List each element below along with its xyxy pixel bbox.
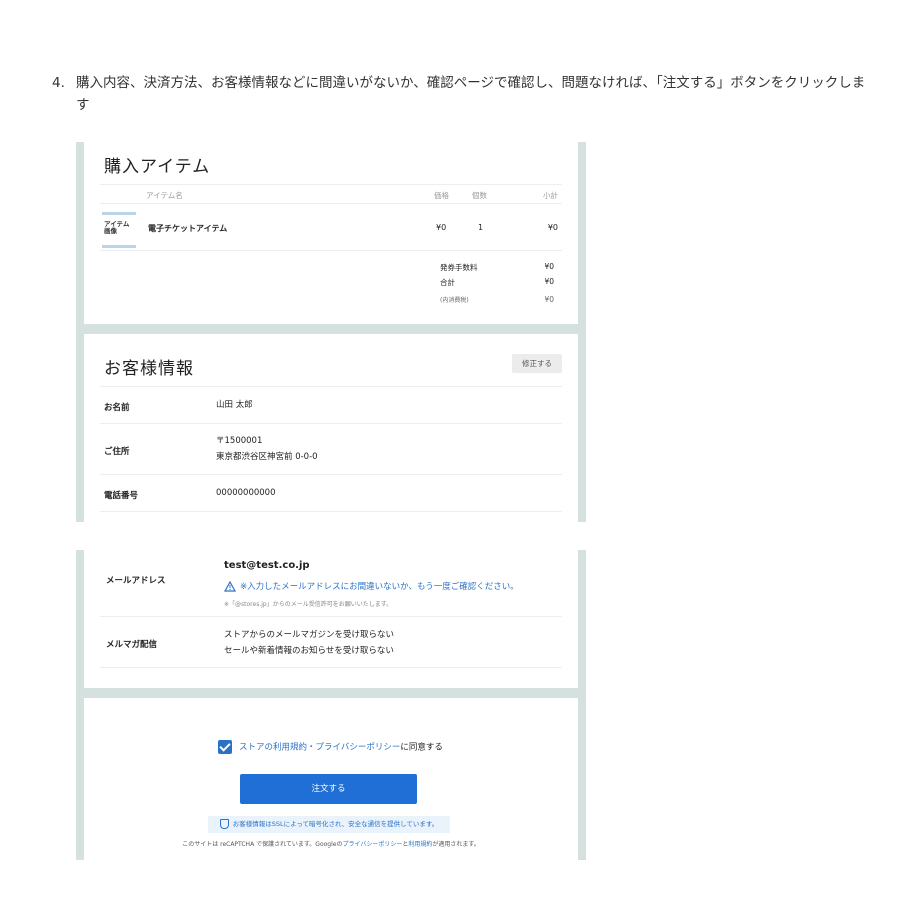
phone-value: 00000000000 xyxy=(216,488,276,498)
fee-label: 発券手数料 xyxy=(440,263,478,272)
name-row: お名前 山田 太郎 xyxy=(100,386,562,423)
item-price: ¥0 xyxy=(436,223,447,232)
header-qty: 個数 xyxy=(472,191,487,200)
postal-code: 〒1500001 xyxy=(216,436,263,446)
magazine-line2: セールや新着情報のお知らせを受け取らない xyxy=(224,646,394,656)
phone-row: 電話番号 00000000000 xyxy=(100,474,562,512)
mail-card: メールアドレス test@test.co.jp ※入力したメールアドレスにお間違… xyxy=(84,550,578,688)
email-value: test@test.co.jp xyxy=(224,560,310,571)
step-text: 購入内容、決済方法、お客様情報などに間違いがないか、確認ページで確認し、問題なけ… xyxy=(76,75,866,113)
warning-icon xyxy=(223,580,237,592)
tax-value: ¥0 xyxy=(544,295,554,304)
fee-value: ¥0 xyxy=(544,262,554,271)
warning-text: ※入力したメールアドレスにお間違いないか、もう一度ご確認ください。 xyxy=(240,582,519,592)
header-price: 価格 xyxy=(434,191,449,200)
agree-suffix: に同意する xyxy=(400,742,443,753)
fee-line: 発券手数料 ¥0 xyxy=(440,262,554,273)
purchase-items-card: 購入アイテム アイテム名 価格 個数 小計 アイテム 画像 電子チケットアイテム… xyxy=(84,142,578,324)
terms-link[interactable]: 利用規約 xyxy=(408,841,432,848)
items-table-header: アイテム名 価格 個数 小計 xyxy=(100,184,562,204)
item-image-label: アイテム 画像 xyxy=(104,220,130,235)
purchase-title: 購入アイテム xyxy=(104,157,211,177)
recaptcha-notice: このサイトは reCAPTCHA で保護されています。Googleのプライバシー… xyxy=(84,839,578,848)
order-button[interactable]: 注文する xyxy=(240,774,417,804)
header-item: アイテム名 xyxy=(146,191,183,200)
privacy-policy-link[interactable]: プライバシーポリシー xyxy=(342,841,402,848)
customer-title: お客様情報 xyxy=(104,359,194,379)
checkbox-checked-icon[interactable] xyxy=(218,740,232,754)
address-label: ご住所 xyxy=(104,447,130,457)
magazine-label: メルマガ配信 xyxy=(106,640,158,650)
instruction-step: 4. 購入内容、決済方法、お客様情報などに間違いがないか、確認ページで確認し、問… xyxy=(52,72,872,116)
edit-button[interactable]: 修正する xyxy=(512,354,562,373)
total-label: 合計 xyxy=(440,278,455,287)
tax-label: (内消費税) xyxy=(440,297,469,304)
name-label: お名前 xyxy=(104,403,130,413)
agree-row[interactable]: ストアの利用規約・プライバシーポリシーに同意する xyxy=(218,740,443,754)
terms-privacy-link[interactable]: ストアの利用規約・プライバシーポリシー xyxy=(239,743,400,753)
item-qty: 1 xyxy=(478,223,484,232)
item-subtotal: ¥0 xyxy=(547,223,558,232)
recaptcha-prefix: このサイトは reCAPTCHA で保護されています。Googleの xyxy=(182,841,343,848)
ssl-text: お客様情報はSSLによって暗号化され、安全な通信を提供しています。 xyxy=(232,820,439,828)
mail-label: メールアドレス xyxy=(106,576,166,586)
phone-label: 電話番号 xyxy=(104,491,139,501)
header-subtotal: 小計 xyxy=(543,191,558,200)
step-number: 4. xyxy=(52,75,65,91)
mail-note: ※「@stores.jp」からのメール受信許可をお願いいたします。 xyxy=(224,601,393,608)
address-value: 東京都渋谷区神宮前 0-0-0 xyxy=(216,452,318,462)
table-row: アイテム 画像 電子チケットアイテム ¥0 1 ¥0 xyxy=(100,204,562,251)
name-value: 山田 太郎 xyxy=(216,400,253,410)
ssl-notice: お客様情報はSSLによって暗号化され、安全な通信を提供しています。 xyxy=(208,816,450,833)
total-value: ¥0 xyxy=(544,277,554,286)
recaptcha-suffix: が適用されます。 xyxy=(432,841,480,848)
customer-info-card: お客様情報 修正する お名前 山田 太郎 ご住所 〒1500001 東京都渋谷区… xyxy=(84,334,578,522)
shield-check-icon xyxy=(219,819,229,829)
address-row: ご住所 〒1500001 東京都渋谷区神宮前 0-0-0 xyxy=(100,423,562,474)
item-image: アイテム 画像 xyxy=(102,212,136,248)
item-name: 電子チケットアイテム xyxy=(148,224,228,233)
magazine-line1: ストアからのメールマガジンを受け取らない xyxy=(224,630,395,640)
tax-line: (内消費税) ¥0 xyxy=(440,295,554,304)
total-line: 合計 ¥0 xyxy=(440,277,554,288)
screenshot-panel-top: 購入アイテム アイテム名 価格 個数 小計 アイテム 画像 電子チケットアイテム… xyxy=(76,142,586,522)
screenshot-panel-bottom: メールアドレス test@test.co.jp ※入力したメールアドレスにお間違… xyxy=(76,550,586,860)
email-warning: ※入力したメールアドレスにお間違いないか、もう一度ご確認ください。 xyxy=(223,580,519,592)
order-card: ストアの利用規約・プライバシーポリシーに同意する 注文する お客様情報はSSLに… xyxy=(84,698,578,860)
